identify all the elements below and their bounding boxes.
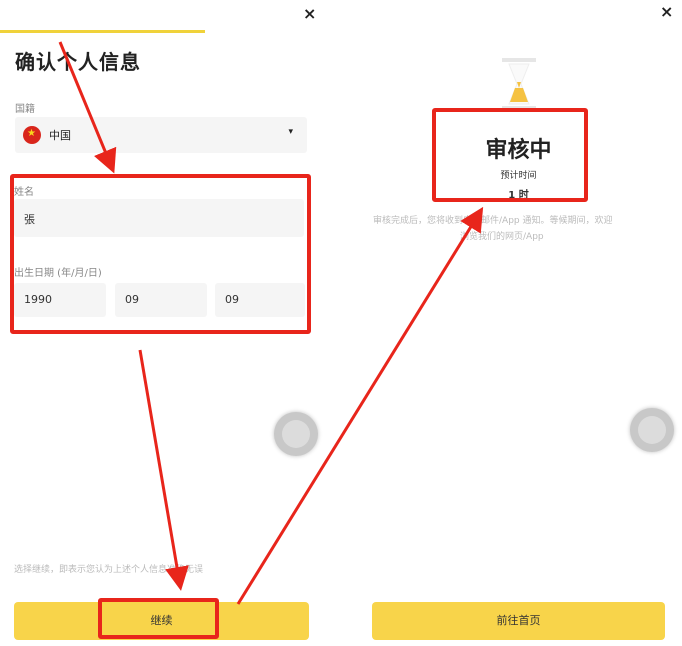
annotation-box-continue (98, 598, 219, 639)
floating-assist-icon (638, 416, 666, 444)
page-title: 确认个人信息 (15, 50, 141, 74)
description-line-1: 审核完成后，您将收到电子邮件/App 通知。等候期间，欢迎 (373, 216, 613, 226)
floating-assist-button[interactable] (274, 412, 318, 456)
review-status-panel: × 审核中 预计时间 1 时 审核完成后，您将收到电子邮件/App 通知。等候期… (355, 0, 682, 646)
progress-bar (0, 30, 205, 33)
nationality-label: 国籍 (15, 104, 35, 115)
china-flag-icon: ★ (23, 126, 41, 144)
floating-assist-button[interactable] (630, 408, 674, 452)
description-line-2: 浏览我们的网页/App (460, 232, 544, 242)
nationality-value: 中国 (49, 129, 71, 142)
annotation-box-status (432, 108, 588, 202)
chevron-down-icon: ▾ (288, 127, 293, 137)
floating-assist-icon (282, 420, 310, 448)
disclaimer-text: 选择继续，即表示您认为上述个人信息准确无误 (14, 565, 204, 575)
go-home-button[interactable]: 前往首页 (372, 602, 665, 640)
close-icon[interactable]: × (303, 4, 316, 23)
nationality-select[interactable]: ★ 中国 ▾ (15, 117, 307, 153)
close-icon[interactable]: × (660, 2, 673, 21)
go-home-button-label: 前往首页 (496, 614, 541, 627)
annotation-box-personal-fields (10, 174, 311, 334)
hourglass-icon (495, 56, 543, 112)
